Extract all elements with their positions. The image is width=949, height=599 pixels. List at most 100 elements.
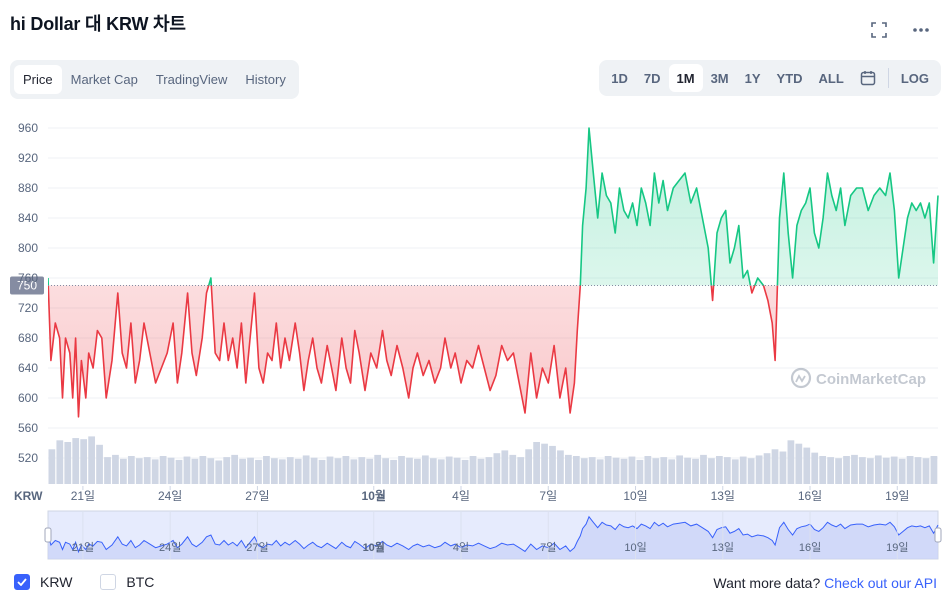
header-actions <box>869 20 931 40</box>
range-1d[interactable]: 1D <box>603 64 636 92</box>
volume-bar <box>231 454 239 484</box>
volume-bar <box>588 457 596 484</box>
y-tick-label: 840 <box>18 211 38 225</box>
navigator-tick-label: 21일 <box>72 540 94 554</box>
volume-bar <box>723 457 731 484</box>
y-tick-label: 600 <box>18 391 38 405</box>
volume-bar <box>358 457 366 484</box>
volume-bar <box>851 454 858 484</box>
page-title: hi Dollar 대 KRW 차트 <box>10 14 186 34</box>
volume-bar <box>88 436 95 484</box>
x-tick-label: 27일 <box>245 489 269 503</box>
price-chart[interactable]: CoinMarketCap 750 5205606006406807207608… <box>0 110 949 565</box>
y-tick-label: 800 <box>18 241 38 255</box>
volume-bar <box>159 456 167 484</box>
volume-bar <box>795 443 803 484</box>
volume-bar <box>739 456 747 484</box>
volume-bar <box>286 457 294 484</box>
volume-bar <box>64 442 72 484</box>
range-all[interactable]: ALL <box>811 64 852 92</box>
volume-bar <box>866 458 874 484</box>
tab-tradingview[interactable]: TradingView <box>147 65 237 94</box>
range-7d[interactable]: 7D <box>636 64 669 92</box>
legend-item-krw[interactable]: KRW <box>14 574 72 590</box>
navigator-tick-label: 16일 <box>799 540 821 554</box>
volume-bar <box>747 458 755 484</box>
volume-bar <box>612 457 620 484</box>
fullscreen-icon[interactable] <box>869 20 889 40</box>
volume-bar <box>501 450 509 484</box>
volume-bar <box>104 457 111 484</box>
volume-bar <box>874 455 882 484</box>
navigator-handle-right[interactable] <box>934 527 942 543</box>
x-tick-label: 13일 <box>711 489 735 503</box>
volume-bar <box>326 456 334 484</box>
x-tick-label: 10일 <box>623 489 647 503</box>
x-tick-label: 21일 <box>71 489 95 503</box>
y-tick-label: 560 <box>18 421 38 435</box>
volume-bar <box>382 458 389 484</box>
navigator-tick-label: 13일 <box>712 540 734 554</box>
volume-bar <box>199 456 207 484</box>
volume-bar <box>342 456 350 484</box>
volume-bar <box>565 454 572 484</box>
volume-bar <box>485 457 493 484</box>
volume-bar <box>890 456 898 484</box>
volume-bar <box>604 456 612 484</box>
volume-bar <box>48 449 56 484</box>
volume-bar <box>215 460 223 484</box>
volume-bar <box>445 456 453 484</box>
volume-bar <box>779 451 787 484</box>
y-tick-label: 720 <box>18 301 38 315</box>
more-icon[interactable] <box>911 20 931 40</box>
volume-bar <box>175 459 183 484</box>
volume-bar <box>183 456 191 484</box>
volume-bar <box>263 456 270 484</box>
tab-price[interactable]: Price <box>14 65 62 94</box>
legend-item-btc[interactable]: BTC <box>100 574 154 590</box>
volume-bar <box>676 455 684 484</box>
volume-bar <box>684 457 691 484</box>
chart-type-tabs: Price Market Cap TradingView History <box>10 60 299 99</box>
volume-bar <box>843 456 850 484</box>
volume-bar <box>930 456 938 484</box>
volume-bar <box>334 458 342 484</box>
navigator-tick-label: 10일 <box>624 540 646 554</box>
range-1y[interactable]: 1Y <box>737 64 769 92</box>
volume-bar <box>914 457 922 484</box>
volume-bar <box>827 457 834 484</box>
range-log[interactable]: LOG <box>893 64 937 92</box>
y-tick-label: 880 <box>18 181 38 195</box>
volume-bar <box>596 459 604 484</box>
checkbox-btc[interactable] <box>100 574 117 590</box>
range-ytd[interactable]: YTD <box>769 64 811 92</box>
volume-bar <box>469 456 477 484</box>
volume-bar <box>255 459 262 484</box>
volume-bar <box>239 458 246 484</box>
calendar-icon[interactable] <box>852 64 884 92</box>
range-1m[interactable]: 1M <box>668 64 703 92</box>
volume-bar <box>207 458 215 484</box>
volume-bar <box>700 454 707 484</box>
x-tick-label: 24일 <box>158 489 182 503</box>
tab-history[interactable]: History <box>236 65 294 94</box>
volume-bar <box>922 458 930 484</box>
volume-bar <box>572 456 580 484</box>
api-link[interactable]: Check out our API <box>824 575 937 591</box>
navigator-handle-left[interactable] <box>44 527 52 543</box>
volume-bar <box>628 456 636 484</box>
volume-bar <box>453 457 461 484</box>
volume-bar <box>803 447 811 484</box>
y-tick-label: 920 <box>18 151 38 165</box>
legend-label-krw: KRW <box>40 574 73 590</box>
volume-bar <box>620 458 628 484</box>
tab-market-cap[interactable]: Market Cap <box>62 65 147 94</box>
volume-bar <box>191 458 199 484</box>
checkbox-krw[interactable] <box>14 574 30 590</box>
volume-bar <box>406 457 413 484</box>
volume-bar <box>549 445 556 484</box>
volume-bar <box>96 444 103 484</box>
range-3m[interactable]: 3M <box>703 64 737 92</box>
navigator-tick-label: 4일 <box>453 540 469 554</box>
volume-bar <box>811 452 819 484</box>
